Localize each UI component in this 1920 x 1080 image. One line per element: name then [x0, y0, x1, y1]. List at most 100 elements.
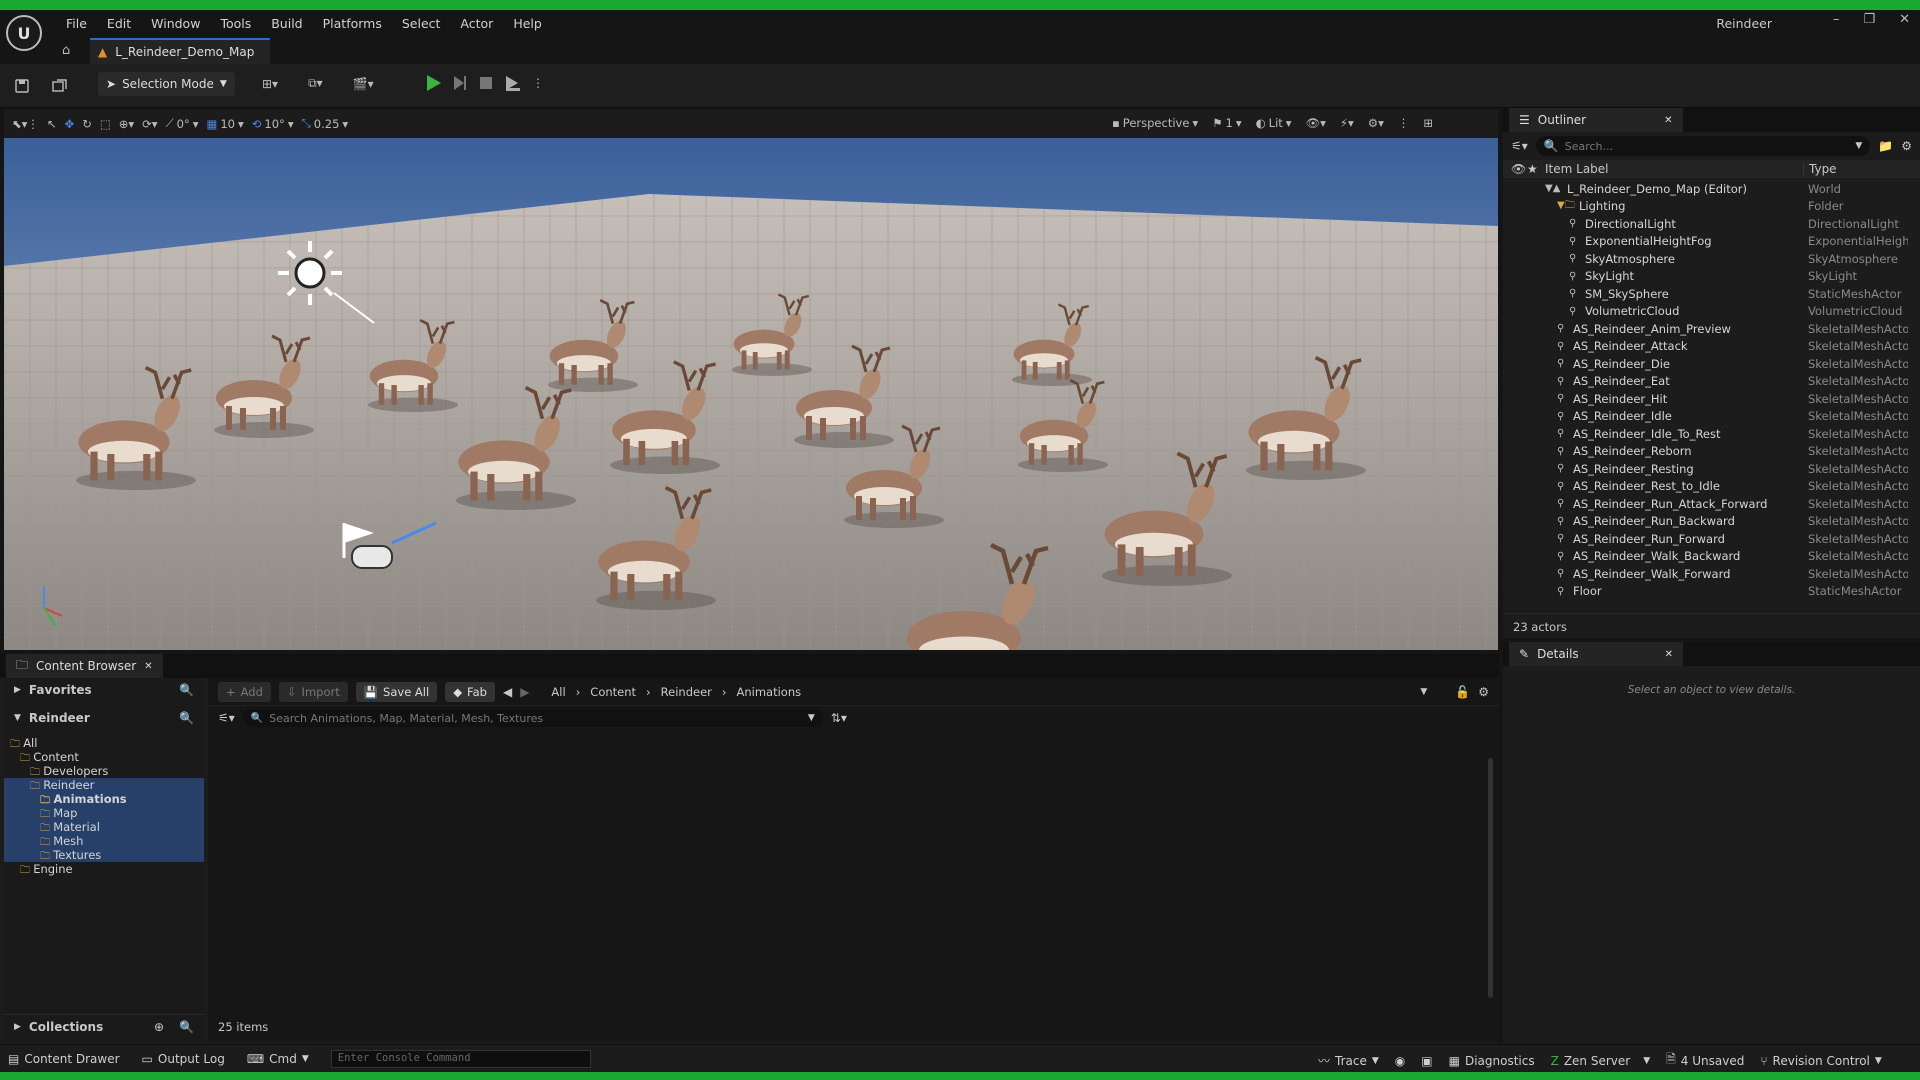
menu-help[interactable]: Help	[503, 14, 552, 34]
content-search-input[interactable]: 🔍 Search Animations, Map, Material, Mesh…	[242, 709, 823, 727]
settings-icon[interactable]: ⚙	[1478, 685, 1489, 699]
menu-window[interactable]: Window	[141, 14, 210, 34]
outliner-row[interactable]: ⚲ AS_Reindeer_Hit SkeletalMeshActor	[1503, 390, 1920, 408]
filter-icon[interactable]: ⚟▾	[1511, 139, 1528, 153]
perspective-dropdown[interactable]: ▪ Perspective ▾	[1112, 116, 1198, 130]
outliner-row[interactable]: ⚲ AS_Reindeer_Run_Backward SkeletalMeshAct…	[1503, 513, 1920, 531]
tab-details[interactable]: ✎ Details ✕	[1509, 642, 1684, 666]
folder-tree-item[interactable]: 🗀 Content	[4, 750, 204, 764]
viewport-settings-icon[interactable]: ⚙▾	[1368, 116, 1384, 130]
viewport-options-icon[interactable]: ⋮	[1398, 116, 1410, 130]
outliner-row[interactable]: ⚲ AS_Reindeer_Die SkeletalMeshActor	[1503, 355, 1920, 373]
tab-map[interactable]: ▲ L_Reindeer_Demo_Map	[90, 38, 270, 64]
view-mode-dropdown[interactable]: ◐ Lit ▾	[1256, 116, 1292, 130]
settings-icon[interactable]: ⚙	[1901, 139, 1912, 153]
add-actor-icon[interactable]: ⊞▾	[262, 77, 278, 91]
collections-header[interactable]: ▶ Collections ⊕ 🔍	[4, 1014, 204, 1038]
camera-speed-dropdown[interactable]: ⚑ 1 ▾	[1212, 116, 1241, 130]
translate-tool-icon[interactable]: ✥	[65, 117, 75, 131]
scale-snap[interactable]: ⤡ 0.25 ▾	[302, 116, 349, 131]
filter-icon[interactable]: ⚟▾	[218, 711, 235, 725]
restore-button[interactable]: ❐	[1863, 12, 1875, 27]
rotation-snap[interactable]: ⟋ 0° ▾	[166, 116, 199, 131]
select-tool-icon[interactable]: ↖	[47, 117, 57, 131]
breadcrumb-item[interactable]: Content	[590, 685, 636, 699]
save-all-button[interactable]: 💾 Save All	[355, 681, 438, 702]
outliner-row[interactable]: ▼🗀 Lighting Folder	[1503, 198, 1920, 216]
content-drawer-button[interactable]: ▤ Content Drawer	[8, 1052, 120, 1066]
search-icon[interactable]: 🔍	[179, 711, 194, 725]
folder-tree-item[interactable]: 🗀 Map	[4, 806, 204, 820]
forward-icon[interactable]: ▶	[520, 685, 529, 699]
zen-server-dropdown[interactable]: Z Zen Server ▼	[1551, 1054, 1651, 1068]
angle-snap[interactable]: ⟲ 10° ▾	[252, 117, 294, 131]
cinematics-icon[interactable]: 🎬▾	[353, 77, 374, 91]
outliner-row[interactable]: ⚲ SM_SkySphere StaticMeshActor	[1503, 285, 1920, 303]
outliner-row[interactable]: ⚲ VolumetricCloud VolumetricCloud	[1503, 303, 1920, 321]
menu-select[interactable]: Select	[392, 14, 451, 34]
tab-content-browser[interactable]: 🗀 Content Browser ✕	[6, 654, 163, 678]
folder-tree-item[interactable]: 🗀 Animations	[4, 792, 204, 806]
eject-icon[interactable]	[504, 74, 522, 92]
save-icon[interactable]	[12, 72, 32, 100]
outliner-row[interactable]: ⚲ AS_Reindeer_Eat SkeletalMeshActor	[1503, 373, 1920, 391]
output-log-button[interactable]: ▭ Output Log	[142, 1052, 225, 1066]
console-input[interactable]: Enter Console Command	[330, 1050, 591, 1068]
home-icon[interactable]: ⌂	[62, 43, 70, 58]
outliner-row[interactable]: ⚲ AS_Reindeer_Walk_Forward SkeletalMeshAct…	[1503, 565, 1920, 583]
back-icon[interactable]: ◀	[503, 685, 512, 699]
outliner-row[interactable]: ⚲ ExponentialHeightFog ExponentialHeightFo…	[1503, 233, 1920, 251]
outliner-row[interactable]: ⚲ AS_Reindeer_Run_Attack_Forward SkeletalM…	[1503, 495, 1920, 513]
outliner-row[interactable]: ▼▲ L_Reindeer_Demo_Map (Editor) World	[1503, 180, 1920, 198]
asset-scrollbar[interactable]	[1488, 758, 1493, 998]
column-item-label[interactable]: Item Label	[1545, 162, 1609, 176]
folder-tree-item[interactable]: 🗀 Developers	[4, 764, 204, 778]
show-flags-icon[interactable]: 👁▾	[1306, 116, 1326, 130]
snapshot-icon[interactable]: ▣	[1421, 1054, 1432, 1068]
folder-tree-item[interactable]: 🗀 Material	[4, 820, 204, 834]
add-button[interactable]: + Add	[218, 681, 271, 702]
unsaved-button[interactable]: 🗎 4 Unsaved	[1666, 1050, 1744, 1071]
outliner-row[interactable]: ⚲ AS_Reindeer_Reborn SkeletalMeshActor	[1503, 443, 1920, 461]
scale-tool-icon[interactable]: ⬚	[100, 117, 111, 131]
outliner-row[interactable]: ⚲ Floor StaticMeshActor	[1503, 583, 1920, 601]
outliner-row[interactable]: ⚲ SkyLight SkyLight	[1503, 268, 1920, 286]
outliner-row[interactable]: ⚲ AS_Reindeer_Anim_Preview SkeletalMeshAct…	[1503, 320, 1920, 338]
breadcrumb-item[interactable]: Reindeer	[661, 685, 712, 699]
selection-mode-dropdown[interactable]: ➤ Selection Mode ▼	[98, 72, 235, 96]
transform-mode-icon[interactable]: ⬉▾⋮	[12, 117, 39, 131]
stop-icon[interactable]	[478, 74, 494, 92]
outliner-row[interactable]: ⚲ AS_Reindeer_Walk_Backward SkeletalMeshAc…	[1503, 548, 1920, 566]
menu-actor[interactable]: Actor	[450, 14, 503, 34]
outliner-row[interactable]: ⚲ AS_Reindeer_Run_Forward SkeletalMeshActo…	[1503, 530, 1920, 548]
world-space-icon[interactable]: ⊕▾	[119, 117, 134, 131]
outliner-row[interactable]: ⚲ AS_Reindeer_Rest_to_Idle SkeletalMeshAct…	[1503, 478, 1920, 496]
cmd-dropdown[interactable]: ⌨ Cmd ▼	[247, 1052, 309, 1066]
breadcrumb-item[interactable]: Animations	[736, 685, 801, 699]
menu-build[interactable]: Build	[261, 14, 312, 34]
minimize-button[interactable]: –	[1833, 12, 1840, 27]
play-options-icon[interactable]: ⋮	[532, 76, 544, 90]
browse-icon[interactable]	[50, 72, 70, 100]
favorites-header[interactable]: ▶ Favorites 🔍	[4, 678, 204, 702]
add-collection-icon[interactable]: ⊕	[154, 1020, 164, 1034]
folder-tree-item[interactable]: 🗀 Engine	[4, 862, 204, 876]
level-viewport[interactable]: AS_Reindeer_ Anim_PreviewAnimation Seque…	[4, 138, 1498, 650]
outliner-row[interactable]: ⚲ AS_Reindeer_Attack SkeletalMeshActor	[1503, 338, 1920, 356]
fab-button[interactable]: ◆ Fab	[445, 681, 495, 702]
outliner-search-input[interactable]: 🔍 Search... ▼	[1535, 136, 1871, 156]
search-icon[interactable]: 🔍	[179, 683, 194, 697]
revision-control-dropdown[interactable]: ⑂ Revision Control ▼	[1760, 1054, 1881, 1068]
folder-tree-item[interactable]: 🗀 Textures	[4, 848, 204, 862]
lock-icon[interactable]: 🔓	[1455, 685, 1470, 699]
breadcrumb-item[interactable]: All	[551, 685, 565, 699]
root-header[interactable]: ▼ Reindeer 🔍	[4, 706, 204, 730]
diagnostics-button[interactable]: ▦ Diagnostics	[1449, 1054, 1535, 1068]
advance-frame-icon[interactable]	[452, 74, 468, 92]
close-window-button[interactable]: ✕	[1899, 12, 1910, 27]
menu-platforms[interactable]: Platforms	[313, 14, 392, 34]
outliner-row[interactable]: ⚲ SkyAtmosphere SkyAtmosphere	[1503, 250, 1920, 268]
tab-outliner[interactable]: ☰ Outliner ✕	[1509, 108, 1683, 132]
outliner-row[interactable]: ⚲ AS_Reindeer_Resting SkeletalMeshActor	[1503, 460, 1920, 478]
record-icon[interactable]: ◉	[1395, 1054, 1405, 1068]
